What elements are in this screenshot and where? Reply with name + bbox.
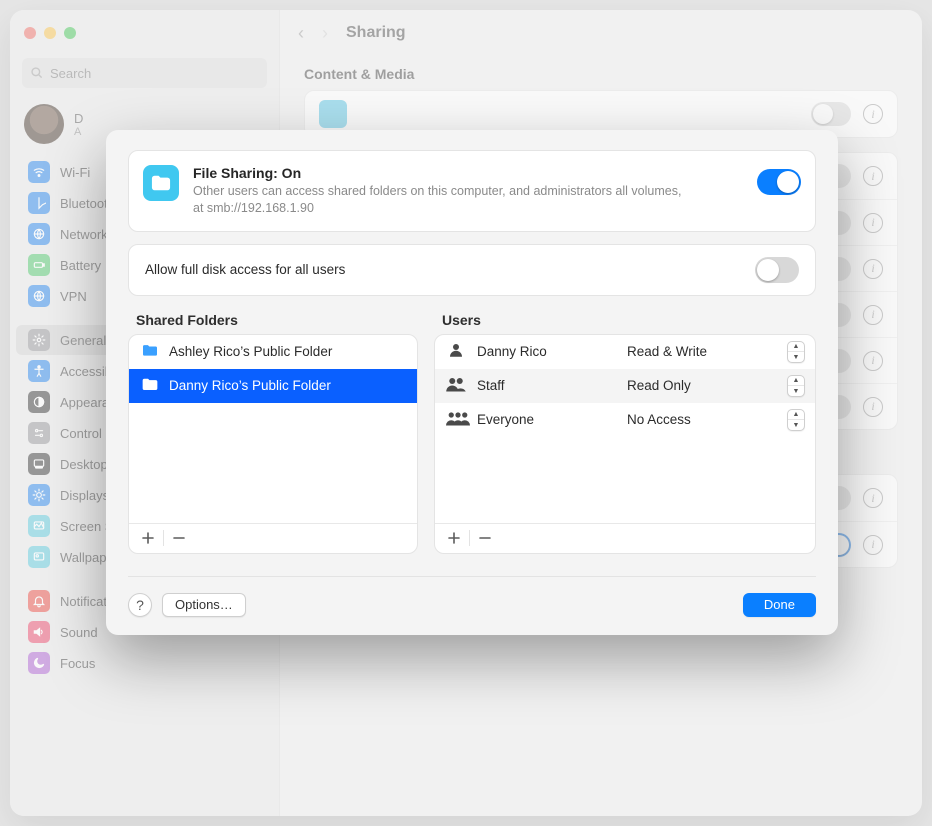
user-permission: Read & Write <box>627 344 777 359</box>
file-sharing-description: Other users can access shared folders on… <box>193 183 693 217</box>
add-user-button[interactable] <box>441 527 467 549</box>
folder-icon <box>141 377 159 394</box>
user-name: Staff <box>477 378 617 393</box>
user-permission-row[interactable]: Everyone No Access ▲▼ <box>435 403 815 437</box>
done-button[interactable]: Done <box>743 593 816 617</box>
shared-folders-title: Shared Folders <box>136 312 414 328</box>
remove-user-button[interactable] <box>472 527 498 549</box>
user-permission-row[interactable]: Staff Read Only ▲▼ <box>435 369 815 403</box>
permission-stepper[interactable]: ▲▼ <box>787 375 805 397</box>
user-name: Everyone <box>477 412 617 427</box>
add-folder-button[interactable] <box>135 527 161 549</box>
full-disk-access-toggle[interactable] <box>755 257 799 283</box>
user-permission-row[interactable]: Danny Rico Read & Write ▲▼ <box>435 335 815 369</box>
folder-name: Ashley Rico’s Public Folder <box>169 344 332 359</box>
full-disk-access-panel: Allow full disk access for all users <box>128 244 816 296</box>
remove-folder-button[interactable] <box>166 527 192 549</box>
users-title: Users <box>442 312 812 328</box>
people3-icon <box>445 409 467 430</box>
shared-folder-row[interactable]: Danny Rico’s Public Folder <box>129 369 417 403</box>
user-permission: Read Only <box>627 378 777 393</box>
user-name: Danny Rico <box>477 344 617 359</box>
file-sharing-title: File Sharing: On <box>193 165 693 181</box>
options-button[interactable]: Options… <box>162 593 246 617</box>
folder-name: Danny Rico’s Public Folder <box>169 378 331 393</box>
people2-icon <box>445 375 467 396</box>
shared-folders-list: Ashley Rico’s Public Folder Danny Rico’s … <box>128 334 418 554</box>
file-sharing-toggle[interactable] <box>757 169 801 195</box>
full-disk-access-label: Allow full disk access for all users <box>145 262 755 277</box>
users-list: Danny Rico Read & Write ▲▼ Staff Read On… <box>434 334 816 554</box>
permission-stepper[interactable]: ▲▼ <box>787 341 805 363</box>
person-icon <box>445 341 467 362</box>
user-permission: No Access <box>627 412 777 427</box>
file-sharing-icon <box>143 165 179 201</box>
file-sharing-status-panel: File Sharing: On Other users can access … <box>128 150 816 232</box>
help-button[interactable]: ? <box>128 593 152 617</box>
file-sharing-sheet: File Sharing: On Other users can access … <box>106 130 838 635</box>
shared-folder-row[interactable]: Ashley Rico’s Public Folder <box>129 335 417 369</box>
permission-stepper[interactable]: ▲▼ <box>787 409 805 431</box>
folder-icon <box>141 343 159 360</box>
